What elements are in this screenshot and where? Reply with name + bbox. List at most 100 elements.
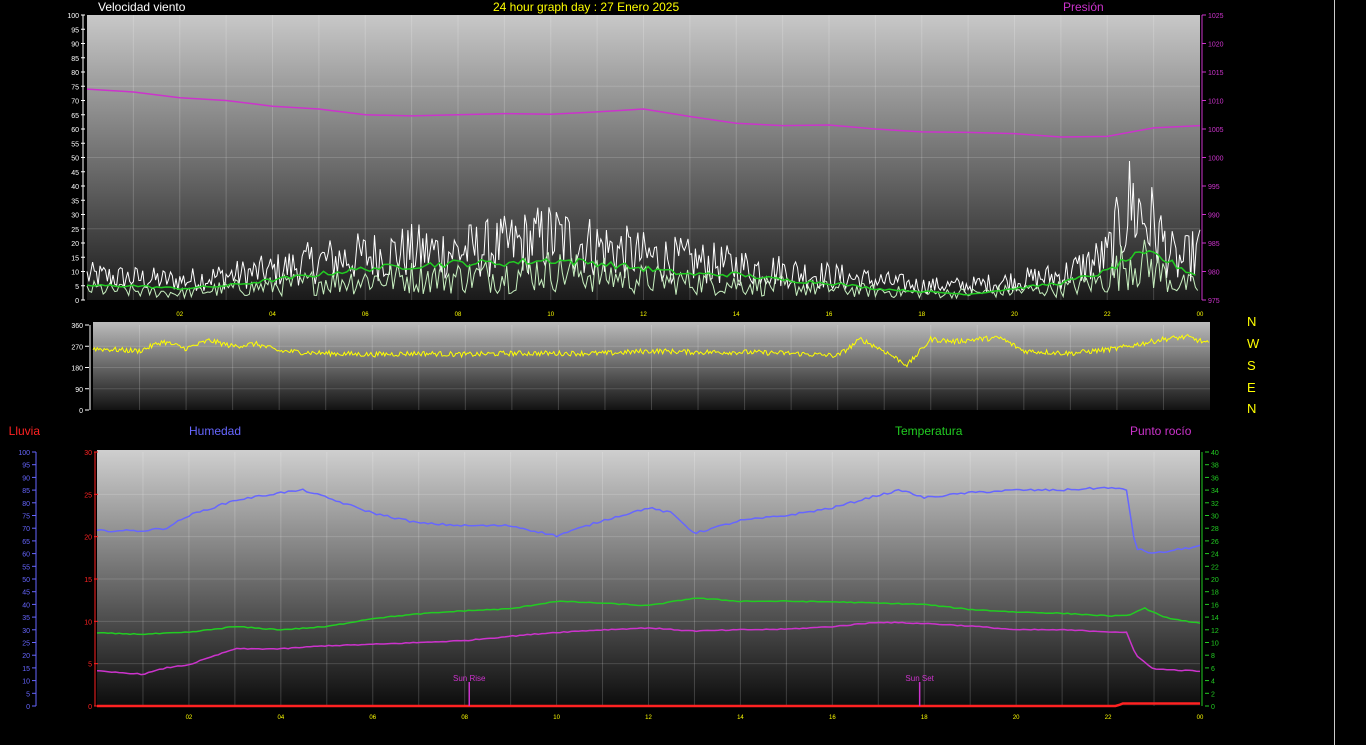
wind-chart-xtick: 10	[547, 312, 554, 318]
temp-chart-rain-ytick: 65	[22, 539, 30, 546]
temp-chart-left-ytick: 15	[84, 577, 92, 584]
temp-chart-left-ytick: 25	[84, 492, 92, 499]
temp-chart-right-ytick: 14	[1211, 615, 1219, 622]
temp-chart-right-ytick: 6	[1211, 666, 1215, 673]
wind-chart-xtick: 04	[269, 312, 276, 318]
wind-chart-right-ytick: 980	[1208, 270, 1220, 277]
wind-chart-right-ytick: 1025	[1208, 13, 1224, 20]
temp-chart-rain-ytick: 20	[22, 653, 30, 660]
temp-chart-xtick: 20	[1013, 715, 1020, 721]
temp-chart-xtick: 22	[1105, 715, 1112, 721]
temp-chart-xtick: 08	[461, 715, 468, 721]
wind-chart-right-ytick: 985	[1208, 241, 1220, 248]
wind-chart-xtick: 20	[1011, 312, 1018, 318]
direction-chart-ytick: 180	[71, 366, 83, 373]
wind-chart-left-ytick: 5	[75, 284, 79, 291]
temp-chart-right-ytick: 12	[1211, 628, 1219, 635]
temp-chart-rain-ytick: 75	[22, 514, 30, 521]
temp-chart-rain-ytick: 10	[22, 679, 30, 686]
temp-chart-left-ytick: 30	[84, 450, 92, 457]
weather-graph-page: Velocidad viento 24 hour graph day : 27 …	[0, 0, 1366, 745]
charts-svg: 02 04 06 08 10 12 14 16 18 20 22 000510152025303540…	[18, 13, 1224, 721]
wind-chart-xtick: 16	[826, 312, 833, 318]
wind-chart-right-ytick: 1000	[1208, 156, 1224, 163]
temp-chart-right-ytick: 2	[1211, 691, 1215, 698]
wind-chart-left-ytick: 60	[71, 127, 79, 134]
wind-chart-left-ytick: 30	[71, 213, 79, 220]
temp-chart-rain-ytick: 5	[26, 691, 30, 698]
sunrise-label: Sun Rise	[453, 674, 486, 683]
temp-chart-xtick: 10	[553, 715, 560, 721]
temp-chart-xtick: 00	[1197, 715, 1204, 721]
temp-chart-right-ytick: 24	[1211, 552, 1219, 559]
temp-chart-xtick: 06	[369, 715, 376, 721]
wind-chart-left-ytick: 25	[71, 227, 79, 234]
wind-chart-left-ytick: 65	[71, 113, 79, 120]
temp-chart-xtick: 02	[186, 715, 193, 721]
temp-chart-xtick: 14	[737, 715, 744, 721]
sunset-label: Sun Set	[905, 674, 934, 683]
wind-chart-xtick: 22	[1104, 312, 1111, 318]
temp-chart-rain-ytick: 85	[22, 488, 30, 495]
temp-chart-left-ytick: 0	[88, 704, 92, 711]
temp-chart-rain-ytick: 15	[22, 666, 30, 673]
wind-chart-xtick: 06	[362, 312, 369, 318]
wind-chart-left-ytick: 90	[71, 42, 79, 49]
wind-chart-left-ytick: 15	[71, 255, 79, 262]
temp-chart-right-ytick: 0	[1211, 704, 1215, 711]
wind-chart-right-ytick: 1010	[1208, 99, 1224, 106]
temp-chart-rain-ytick: 45	[22, 590, 30, 597]
wind-chart-xtick: 18	[918, 312, 925, 318]
wind-chart-left-ytick: 70	[71, 99, 79, 106]
temp-chart-xtick: 12	[645, 715, 652, 721]
wind-chart-right-ytick: 1020	[1208, 42, 1224, 49]
wind-chart-xtick: 14	[733, 312, 740, 318]
temp-chart-rain-ytick: 80	[22, 501, 30, 508]
temp-chart-rain-ytick: 30	[22, 628, 30, 635]
temp-chart-right-ytick: 22	[1211, 564, 1219, 571]
wind-chart-right-ytick: 1005	[1208, 127, 1224, 134]
temp-chart-rain-ytick: 60	[22, 552, 30, 559]
wind-chart-left-ytick: 95	[71, 27, 79, 34]
temp-chart-right-ytick: 18	[1211, 590, 1219, 597]
wind-chart-right-ytick: 975	[1208, 298, 1220, 305]
wind-chart-left-ytick: 45	[71, 170, 79, 177]
temp-chart-rain-ytick: 70	[22, 526, 30, 533]
temp-chart-right-ytick: 16	[1211, 602, 1219, 609]
temp-chart-right-ytick: 10	[1211, 641, 1219, 648]
wind-chart-left-ytick: 10	[71, 270, 79, 277]
temp-chart-right-ytick: 34	[1211, 488, 1219, 495]
temp-chart-left-ytick: 20	[84, 535, 92, 542]
wind-chart-left-ytick: 50	[71, 156, 79, 163]
temp-chart-xtick: 16	[829, 715, 836, 721]
temp-chart-right-ytick: 8	[1211, 653, 1215, 660]
wind-chart-left-ytick: 20	[71, 241, 79, 248]
temp-chart-rain-ytick: 100	[18, 450, 30, 457]
wind-chart-left-ytick: 80	[71, 70, 79, 77]
wind-chart-left-ytick: 100	[67, 13, 79, 20]
temp-chart-right-ytick: 28	[1211, 526, 1219, 533]
wind-chart-right-ytick: 995	[1208, 184, 1220, 191]
temp-chart-right-ytick: 20	[1211, 577, 1219, 584]
direction-chart-ytick: 0	[79, 408, 83, 415]
temp-chart-right-ytick: 26	[1211, 539, 1219, 546]
direction-chart-ytick: 270	[71, 344, 83, 351]
temp-chart-rain-ytick: 50	[22, 577, 30, 584]
wind-chart-left-ytick: 40	[71, 184, 79, 191]
temp-chart-xtick: 18	[921, 715, 928, 721]
wind-chart-left-ytick: 35	[71, 198, 79, 205]
temp-chart-rain-ytick: 0	[26, 704, 30, 711]
wind-chart-left-ytick: 0	[75, 298, 79, 305]
wind-chart-xtick: 12	[640, 312, 647, 318]
wind-chart-left-ytick: 75	[71, 84, 79, 91]
temp-chart-right-ytick: 32	[1211, 501, 1219, 508]
temp-chart-left-ytick: 10	[84, 619, 92, 626]
wind-chart-right-ytick: 1015	[1208, 70, 1224, 77]
temp-chart-rain-ytick: 25	[22, 641, 30, 648]
wind-chart-xtick: 00	[1197, 312, 1204, 318]
temp-chart-rain-ytick: 35	[22, 615, 30, 622]
temp-chart-right-ytick: 38	[1211, 463, 1219, 470]
temp-chart-right-ytick: 4	[1211, 679, 1215, 686]
temp-chart-right-ytick: 36	[1211, 475, 1219, 482]
wind-chart-xtick: 08	[455, 312, 462, 318]
